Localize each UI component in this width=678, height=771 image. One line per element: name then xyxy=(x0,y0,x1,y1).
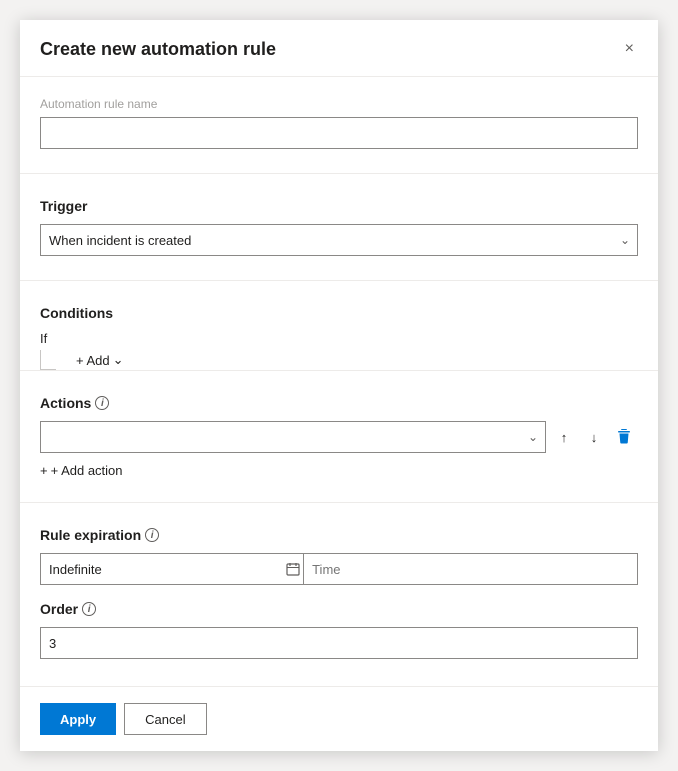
create-automation-rule-dialog: Create new automation rule × Automation … xyxy=(20,20,658,751)
apply-button[interactable]: Apply xyxy=(40,703,116,735)
add-condition-chevron-icon: ⌄ xyxy=(113,352,124,368)
order-label-row: Order i xyxy=(40,601,638,617)
move-up-icon: ↑ xyxy=(561,430,568,445)
actions-row: ⌄ ↑ ↓ xyxy=(40,421,638,453)
if-label: If xyxy=(40,331,638,346)
actions-label: Actions xyxy=(40,395,91,411)
actions-field-group: Actions i ⌄ ↑ ↓ xyxy=(40,395,638,478)
add-condition-row: + Add ⌄ xyxy=(76,352,124,368)
expiration-time-input[interactable] xyxy=(304,553,638,585)
delete-action-button[interactable] xyxy=(610,423,638,451)
divider-3 xyxy=(20,370,658,371)
rule-name-field-group: Automation rule name xyxy=(40,97,638,149)
add-condition-label: + Add xyxy=(76,353,110,368)
rule-expiration-info-icon[interactable]: i xyxy=(145,528,159,542)
actions-dropdown-wrapper: ⌄ xyxy=(40,421,546,453)
expiration-date-input[interactable] xyxy=(40,553,304,585)
move-down-icon: ↓ xyxy=(591,430,598,445)
tree-connector xyxy=(40,350,56,370)
actions-label-row: Actions i xyxy=(40,395,638,411)
actions-inner-dropdown: ⌄ xyxy=(40,421,546,453)
rule-name-input[interactable] xyxy=(40,117,638,149)
action-buttons-group: ↑ ↓ xyxy=(550,423,638,451)
trigger-dropdown-wrapper: When incident is created When incident i… xyxy=(40,224,638,256)
rule-name-label: Automation rule name xyxy=(40,97,638,111)
trigger-label: Trigger xyxy=(40,198,638,214)
dialog-body: Automation rule name Trigger When incide… xyxy=(20,77,658,686)
add-condition-button[interactable]: + Add ⌄ xyxy=(76,352,124,368)
trigger-field-group: Trigger When incident is created When in… xyxy=(40,198,638,256)
conditions-tree-line: + Add ⌄ xyxy=(40,350,638,370)
cancel-button[interactable]: Cancel xyxy=(124,703,206,735)
divider-4 xyxy=(20,502,658,503)
trigger-select[interactable]: When incident is created When incident i… xyxy=(40,224,638,256)
calendar-icon-button[interactable] xyxy=(286,562,300,576)
order-field-group: Order i xyxy=(40,601,638,659)
actions-select[interactable] xyxy=(40,421,546,453)
expiration-date-wrapper xyxy=(40,553,304,585)
rule-expiration-row xyxy=(40,553,638,585)
delete-icon xyxy=(617,428,631,447)
add-action-button[interactable]: + + Add action xyxy=(40,463,123,478)
rule-expiration-label-row: Rule expiration i xyxy=(40,527,638,543)
add-action-label: + Add action xyxy=(51,463,123,478)
order-input[interactable] xyxy=(40,627,638,659)
conditions-label: Conditions xyxy=(40,305,638,321)
close-button[interactable]: × xyxy=(621,36,638,62)
move-up-button[interactable]: ↑ xyxy=(550,423,578,451)
dialog-header: Create new automation rule × xyxy=(20,20,658,76)
rule-expiration-label: Rule expiration xyxy=(40,527,141,543)
move-down-button[interactable]: ↓ xyxy=(580,423,608,451)
actions-info-icon[interactable]: i xyxy=(95,396,109,410)
dialog-footer: Apply Cancel xyxy=(20,686,658,751)
divider-2 xyxy=(20,280,658,281)
divider-1 xyxy=(20,173,658,174)
conditions-section: Conditions If + Add ⌄ xyxy=(40,305,638,370)
order-info-icon[interactable]: i xyxy=(82,602,96,616)
rule-expiration-field-group: Rule expiration i xyxy=(40,527,638,585)
add-action-plus-icon: + xyxy=(40,463,48,478)
dialog-title: Create new automation rule xyxy=(40,39,276,60)
order-label: Order xyxy=(40,601,78,617)
